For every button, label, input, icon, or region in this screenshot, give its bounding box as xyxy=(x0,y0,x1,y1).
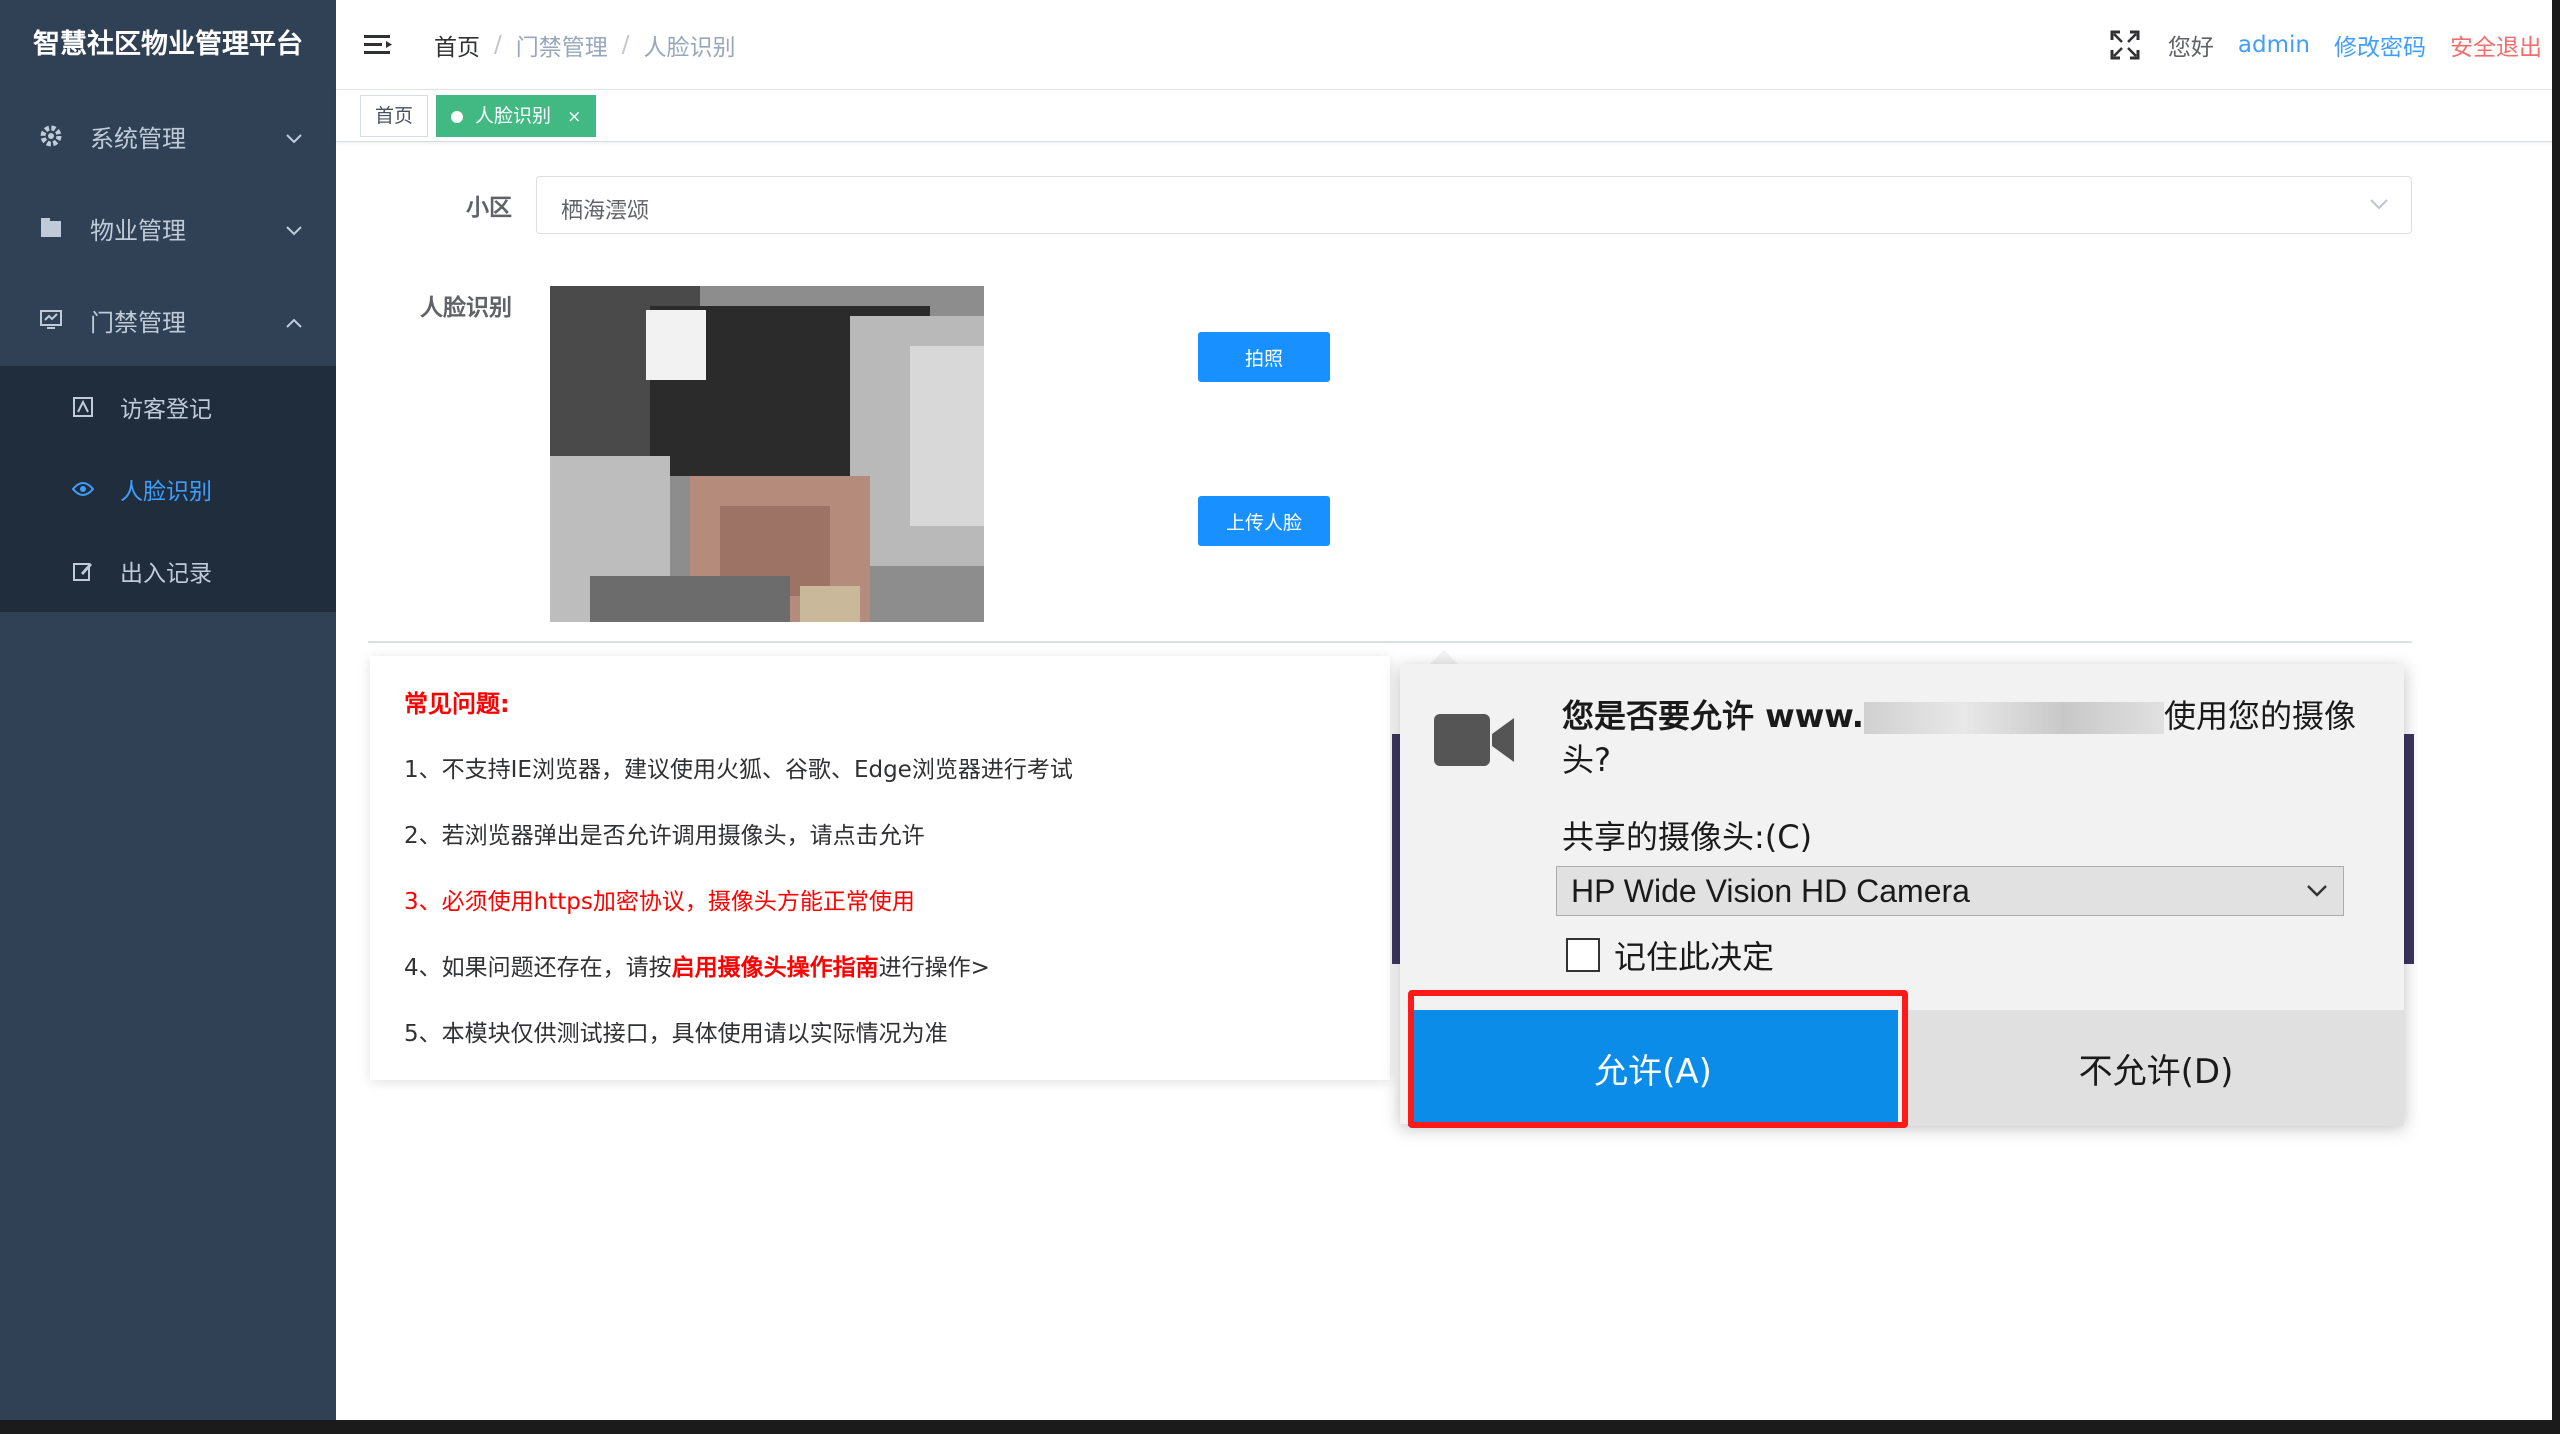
faq-item-1: 1、不支持IE浏览器，建议使用火狐、谷歌、Edge浏览器进行考试 xyxy=(404,757,1073,783)
submenu-label: 人脸识别 xyxy=(120,479,212,505)
camera-permission-dialog: 您是否要允许 www. 使用您的摄像头? 共享的摄像头:(C) HP Wide V… xyxy=(1400,664,2404,1126)
community-select[interactable]: 栖海澐颂 xyxy=(536,176,2412,234)
breadcrumb-access-control: 门禁管理 xyxy=(515,34,608,61)
faq-title: 常见问题: xyxy=(404,690,510,718)
faq-panel: 常见问题: 1、不支持IE浏览器，建议使用火狐、谷歌、Edge浏览器进行考试 2… xyxy=(370,656,1390,1080)
section-divider xyxy=(368,641,2412,643)
chevron-down-icon xyxy=(2369,195,2389,214)
top-header: 首页 / 门禁管理 / 人脸识别 您好 admin 修改密码 安全退出 xyxy=(336,0,2560,90)
monitor-icon xyxy=(38,307,64,333)
chevron-down-icon xyxy=(286,214,302,242)
chevron-up-icon xyxy=(286,306,302,334)
community-label: 小区 xyxy=(466,195,512,221)
screen-edge xyxy=(2552,0,2560,1434)
camera-preview xyxy=(550,286,984,622)
menu-access-control[interactable]: 门禁管理 xyxy=(0,274,336,366)
camera-select-value: HP Wide Vision HD Camera xyxy=(1571,873,1970,909)
hamburger-icon[interactable] xyxy=(364,32,394,58)
building-icon xyxy=(38,215,64,241)
menu-label: 物业管理 xyxy=(90,216,186,245)
community-select-value: 栖海澐颂 xyxy=(561,199,650,224)
faq-item-2: 2、若浏览器弹出是否允许调用摄像头，请点击允许 xyxy=(404,823,925,849)
face-recognition-label: 人脸识别 xyxy=(420,295,512,321)
logout-link[interactable]: 安全退出 xyxy=(2450,28,2542,62)
edit-icon xyxy=(72,560,94,582)
submenu-label: 出入记录 xyxy=(120,561,212,587)
faq-item-5: 5、本模块仅供测试接口，具体使用请以实际情况为准 xyxy=(404,1021,948,1047)
screen-edge xyxy=(0,1420,2560,1434)
gear-icon xyxy=(38,123,64,149)
menu-label: 门禁管理 xyxy=(90,308,186,337)
camera-guide-link[interactable]: 启用摄像头操作指南 xyxy=(672,955,879,981)
header-right: 您好 admin 修改密码 安全退出 xyxy=(2086,0,2542,90)
faq-item-4: 4、如果问题还存在，请按启用摄像头操作指南进行操作> xyxy=(404,948,990,982)
faq-item-4-prefix: 4、如果问题还存在，请按 xyxy=(404,955,672,981)
capture-photo-button[interactable]: 拍照 xyxy=(1198,332,1330,382)
greeting-text: 您好 xyxy=(2167,35,2214,61)
visitor-icon xyxy=(72,396,94,418)
menu-property-management[interactable]: 物业管理 xyxy=(0,182,336,274)
menu-system-management[interactable]: 系统管理 xyxy=(0,90,336,182)
chevron-down-icon xyxy=(2305,879,2329,907)
tag-home[interactable]: 首页 xyxy=(360,95,429,137)
username-link[interactable]: admin xyxy=(2238,32,2310,58)
submenu-access-control: 访客登记 人脸识别 出入记录 xyxy=(0,366,336,612)
remember-checkbox[interactable] xyxy=(1566,938,1600,972)
submenu-label: 访客登记 xyxy=(120,397,212,423)
breadcrumb-separator: / xyxy=(494,31,502,58)
chevron-down-icon xyxy=(286,122,302,150)
upload-face-button[interactable]: 上传人脸 xyxy=(1198,496,1330,546)
redacted-domain xyxy=(1863,702,2164,734)
shared-camera-label: 共享的摄像头:(C) xyxy=(1562,818,1813,856)
eye-icon xyxy=(72,478,94,500)
breadcrumb-face-recognition: 人脸识别 xyxy=(643,34,736,61)
deny-button[interactable]: 不允许(D) xyxy=(1908,1010,2404,1126)
menu-label: 系统管理 xyxy=(90,124,186,153)
breadcrumb-separator: / xyxy=(621,31,630,58)
submenu-access-records[interactable]: 出入记录 xyxy=(0,530,336,612)
remember-decision[interactable]: 记住此决定 xyxy=(1566,932,1774,978)
submenu-visitor-registration[interactable]: 访客登记 xyxy=(0,366,336,448)
fullscreen-icon[interactable] xyxy=(2110,30,2140,60)
sidebar: 智慧社区物业管理平台 系统管理 物业管理 门禁管理 访客登记 人脸识别 出入记录 xyxy=(0,0,336,1434)
breadcrumb: 首页 / 门禁管理 / 人脸识别 xyxy=(434,28,736,62)
video-camera-icon xyxy=(1434,710,1516,774)
faq-item-4-suffix: 进行操作> xyxy=(878,955,990,981)
tags-view-bar: 首页 人脸识别 × xyxy=(336,90,2560,142)
remember-label: 记住此决定 xyxy=(1614,938,1775,976)
active-dot-icon xyxy=(451,111,463,123)
dialog-message: 您是否要允许 www. 使用您的摄像头? xyxy=(1562,694,2362,782)
dialog-message-prefix: 您是否要允许 www. xyxy=(1562,697,1864,735)
tag-face-recognition[interactable]: 人脸识别 × xyxy=(436,95,597,137)
camera-select[interactable]: HP Wide Vision HD Camera xyxy=(1556,866,2344,916)
allow-button[interactable]: 允许(A) xyxy=(1408,1010,1898,1126)
change-password-link[interactable]: 修改密码 xyxy=(2334,28,2426,62)
brand-title: 智慧社区物业管理平台 xyxy=(33,29,303,60)
tag-label: 人脸识别 xyxy=(475,105,552,127)
close-icon[interactable]: × xyxy=(567,107,581,127)
faq-item-3: 3、必须使用https加密协议，摄像头方能正常使用 xyxy=(404,889,915,915)
breadcrumb-home[interactable]: 首页 xyxy=(434,28,480,62)
submenu-face-recognition[interactable]: 人脸识别 xyxy=(0,448,336,530)
